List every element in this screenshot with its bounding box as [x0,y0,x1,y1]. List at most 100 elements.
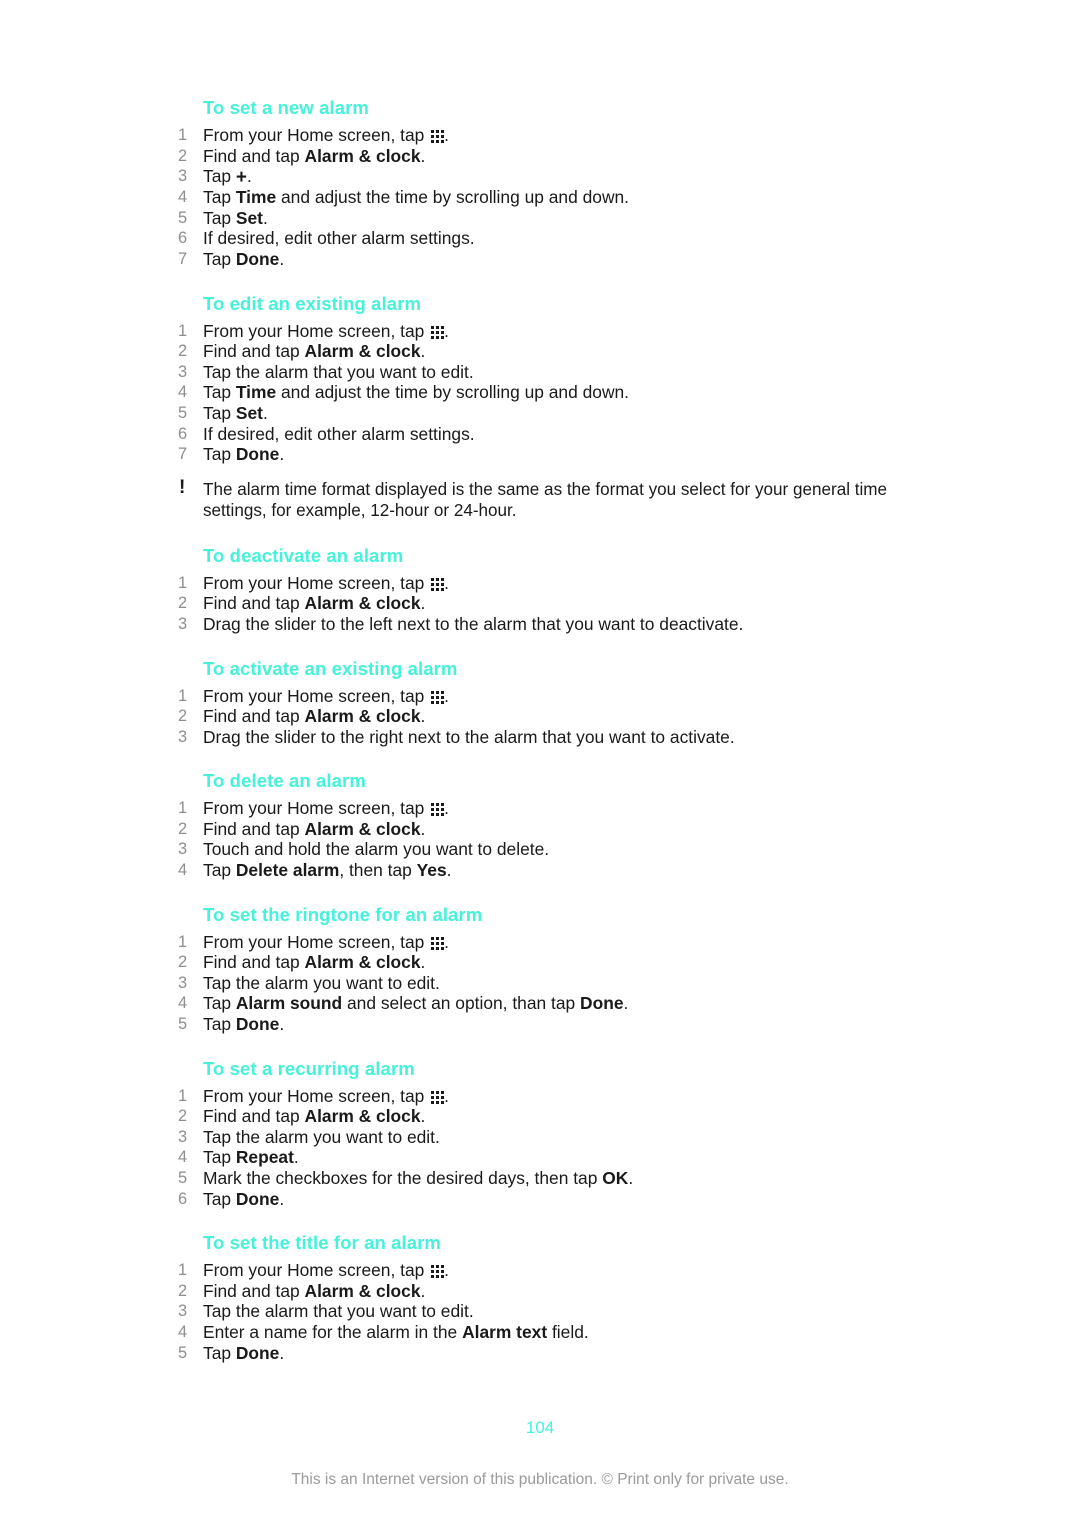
ui-label-emphasis: Yes [416,860,447,881]
step-text-run: From your Home screen, tap [203,1085,430,1106]
step-item: 5 Mark the checkboxes for the desired day… [178,1168,878,1189]
plus-icon: + [235,167,247,189]
step-list: 1 From your Home screen, tap . 2 Find and t… [178,573,878,635]
step-item: 4 Enter a name for the alarm in the Alarm… [178,1322,878,1343]
step-number: 2 [178,342,188,361]
step-text: From your Home screen, tap . [203,125,449,145]
procedure-section: To set a recurring alarm 1 From your Home … [178,1057,878,1210]
step-text-run: . [420,593,426,614]
step-text-run: Tap [203,248,236,269]
step-number: 1 [178,686,188,705]
step-text: Tap Done. [203,1014,284,1034]
section-heading: To set a recurring alarm [203,1057,415,1079]
step-text-run: . [444,125,449,145]
step-number: 5 [178,208,188,227]
step-item: 4 Tap Time and adjust the time by scrolli… [178,382,878,403]
step-item: 2 Find and tap Alarm & clock. [178,1281,878,1302]
step-text: Find and tap Alarm & clock. [203,819,425,839]
step-text-run: Tap [203,1342,236,1363]
step-text-run: From your Home screen, tap [203,798,430,819]
step-item: 1 From your Home screen, tap . [178,686,878,707]
step-number: 2 [178,1107,188,1126]
step-text-run: Find and tap [203,341,305,362]
section-heading: To edit an existing alarm [203,292,422,314]
step-item: 4 Tap Alarm sound and select an option, t… [178,993,878,1014]
step-item: 2 Find and tap Alarm & clock. [178,146,878,167]
step-text: From your Home screen, tap . [203,932,449,952]
ui-label-emphasis: Alarm & clock [304,818,421,839]
note-text: The alarm time format displayed is the s… [203,479,888,521]
step-item: 6 Tap Done. [178,1189,878,1210]
step-text-run: Find and tap [203,1106,305,1127]
step-number: 2 [178,594,188,613]
step-item: 5 Tap Set. [178,208,878,229]
step-text-run: Drag the slider to the left next to the … [203,613,744,634]
step-text: If desired, edit other alarm settings. [203,228,475,248]
footer-copyright-note: This is an Internet version of this publ… [291,1471,789,1488]
step-text-run: . [279,248,285,269]
step-text-run: . [279,1014,285,1035]
step-text: Tap Time and adjust the time by scrollin… [203,187,629,207]
step-text-run: . [420,1106,426,1127]
app-drawer-icon [431,577,445,591]
step-text-run: . [444,1260,449,1281]
app-drawer-icon [431,690,445,704]
step-list: 1 From your Home screen, tap . 2 Find and t… [178,686,878,748]
step-number: 3 [178,840,188,859]
step-item: 2 Find and tap Alarm & clock. [178,341,878,362]
step-number: 2 [178,146,188,165]
ui-label-emphasis: Done [235,1014,280,1035]
step-text: Find and tap Alarm & clock. [203,952,425,972]
step-item: 1 From your Home screen, tap . [178,321,878,342]
step-number: 1 [178,321,188,340]
step-item: 4 Tap Repeat. [178,1147,878,1168]
procedure-section: To deactivate an alarm 1 From your Home sc… [178,544,878,635]
step-text: From your Home screen, tap . [203,321,449,341]
step-item: 2 Find and tap Alarm & clock. [178,593,878,614]
step-text: Tap Done. [203,1189,284,1209]
step-item: 3 Tap the alarm that you want to edit. [178,1301,878,1322]
step-number: 6 [178,1189,188,1208]
step-text-run: Tap [203,187,236,208]
step-text-run: . [420,1280,426,1301]
step-text-run: Tap the alarm you want to edit. [203,1126,440,1147]
manual-page: To set a new alarm 1 From your Home screen… [0,0,1080,1527]
step-text-run: . [628,1168,634,1188]
step-text: From your Home screen, tap . [203,686,449,706]
step-number: 3 [178,973,188,992]
step-item: 6 If desired, edit other alarm settings. [178,424,878,445]
step-text: Tap Alarm sound and select an option, th… [203,993,628,1013]
step-text: From your Home screen, tap . [203,1260,449,1280]
step-item: 4 Tap Time and adjust the time by scrolli… [178,187,878,208]
step-number: 3 [178,362,188,381]
step-text: Mark the checkboxes for the desired days… [203,1168,633,1188]
section-heading: To set the ringtone for an alarm [203,903,483,925]
step-text-run: From your Home screen, tap [203,125,430,145]
step-text-run: From your Home screen, tap [203,572,430,593]
step-text: Find and tap Alarm & clock. [203,706,425,726]
step-item: 7 Tap Done. [178,444,878,465]
ui-label-emphasis: Set [235,402,263,423]
step-text: From your Home screen, tap . [203,798,449,818]
step-number: 4 [178,994,188,1013]
step-number: 6 [178,424,188,443]
step-text-run: . [279,444,285,465]
step-number: 2 [178,953,188,972]
step-text-run: . [246,166,252,187]
procedure-section: To delete an alarm 1 From your Home screen… [178,769,878,880]
step-item: 2 Find and tap Alarm & clock. [178,952,878,973]
step-number: 7 [178,445,188,464]
step-text-run: Tap the alarm you want to edit. [203,972,440,993]
step-text: Tap Done. [203,1343,284,1363]
ui-label-emphasis: Repeat [235,1147,294,1168]
step-number: 3 [178,1127,188,1146]
ui-label-emphasis: Done [235,444,280,465]
ui-label-emphasis: Done [235,248,280,269]
step-number: 3 [178,167,188,186]
step-text: Tap Set. [203,208,268,228]
app-drawer-icon [431,325,445,339]
section-heading: To set the title for an alarm [203,1232,441,1254]
step-text-run: Find and tap [203,952,305,973]
step-text-run: Tap [203,1147,236,1168]
page-number: 104 [525,1418,555,1437]
